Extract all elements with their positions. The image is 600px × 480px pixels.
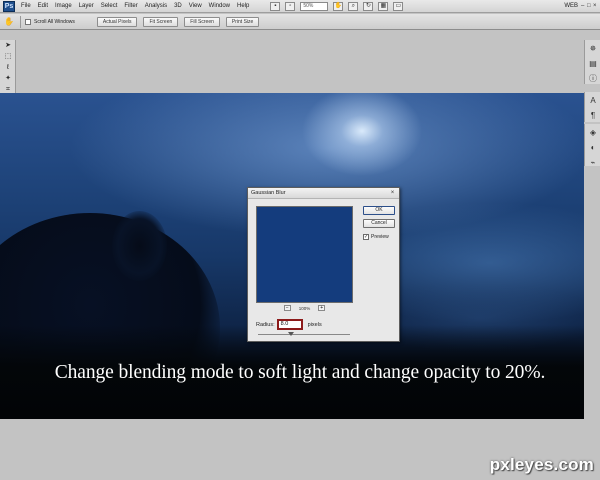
cancel-button[interactable]: Cancel bbox=[363, 219, 395, 228]
radius-input[interactable]: 8.0 bbox=[276, 319, 303, 330]
hand-tool-icon[interactable]: ✋ bbox=[333, 1, 344, 11]
paragraph-panel-icon[interactable]: ¶ bbox=[587, 110, 599, 122]
navigator-panel-icon[interactable]: ✵ bbox=[587, 43, 599, 55]
scroll-all-windows-checkbox[interactable] bbox=[25, 18, 31, 25]
fill-screen-button[interactable]: Fill Screen bbox=[184, 16, 220, 27]
menu-layer[interactable]: Layer bbox=[79, 0, 94, 13]
move-tool-icon[interactable]: ➤ bbox=[2, 41, 14, 51]
rotate-view-icon[interactable]: ↻ bbox=[363, 1, 374, 11]
maximize-icon[interactable]: □ bbox=[587, 2, 592, 10]
menu-bar: Ps File Edit Image Layer Select Filter A… bbox=[0, 0, 600, 13]
blur-preview-window[interactable] bbox=[256, 206, 353, 303]
mini-bridge-icon[interactable]: ▫ bbox=[285, 1, 296, 11]
paths-panel-icon[interactable]: ⌁ bbox=[587, 157, 599, 169]
workspace-switcher[interactable]: WEB bbox=[564, 1, 578, 12]
zoom-tool-icon[interactable]: ⌕ bbox=[348, 1, 359, 11]
options-separator bbox=[20, 15, 21, 28]
right-panel-group-bottom: ◈ ◐ ⌁ bbox=[584, 124, 600, 169]
menu-select[interactable]: Select bbox=[101, 0, 118, 13]
right-panel-group-mid: A ¶ bbox=[584, 92, 600, 122]
gaussian-blur-dialog: Gaussian Blur × − 100% + OK Cancel ✓ Pre… bbox=[247, 187, 400, 342]
minimize-icon[interactable]: – bbox=[581, 2, 586, 10]
magic-wand-tool-icon[interactable]: ✦ bbox=[2, 74, 14, 84]
dialog-title: Gaussian Blur bbox=[251, 190, 286, 196]
hand-tool-preset-icon[interactable]: ✋ bbox=[4, 16, 16, 27]
screen-mode-icon[interactable]: ▭ bbox=[393, 1, 404, 11]
channels-panel-icon[interactable]: ◐ bbox=[587, 142, 599, 154]
window-controls: – □ × bbox=[580, 2, 598, 10]
menu-edit[interactable]: Edit bbox=[38, 0, 48, 13]
dialog-close-icon[interactable]: × bbox=[389, 190, 396, 196]
menu-file[interactable]: File bbox=[21, 0, 31, 13]
preview-zoom-percent: 100% bbox=[298, 305, 311, 311]
tutorial-caption: Change blending mode to soft light and c… bbox=[54, 362, 546, 383]
print-size-button[interactable]: Print Size bbox=[225, 16, 260, 27]
watermark-logo: pxleyes.com bbox=[489, 455, 594, 474]
photoshop-logo-icon: Ps bbox=[3, 0, 15, 12]
fit-screen-button[interactable]: Fit Screen bbox=[143, 16, 179, 27]
histogram-panel-icon[interactable]: ▤ bbox=[587, 58, 599, 70]
scroll-all-windows-label: Scroll All Windows bbox=[34, 18, 75, 25]
arrange-documents-icon[interactable]: ▦ bbox=[378, 1, 389, 11]
marquee-tool-icon[interactable]: ⬚ bbox=[2, 52, 14, 62]
radius-label: Radius: bbox=[256, 321, 275, 328]
right-panel-group-top: ✵ ▤ ⓘ bbox=[584, 40, 600, 84]
menu-items: File Edit Image Layer Select Filter Anal… bbox=[21, 0, 256, 13]
menu-window[interactable]: Window bbox=[209, 0, 230, 13]
dialog-title-bar[interactable]: Gaussian Blur × bbox=[248, 188, 399, 199]
close-icon[interactable]: × bbox=[593, 2, 598, 10]
preview-checkbox[interactable]: ✓ bbox=[363, 234, 369, 240]
radius-row: Radius: 8.0 pixels bbox=[256, 319, 322, 330]
radius-slider-track[interactable] bbox=[258, 334, 350, 335]
preview-zoom-row: − 100% + bbox=[256, 304, 353, 312]
info-panel-icon[interactable]: ⓘ bbox=[587, 73, 599, 85]
menu-analysis[interactable]: Analysis bbox=[145, 0, 167, 13]
lasso-tool-icon[interactable]: ℓ bbox=[2, 63, 14, 73]
preview-zoom-in-button[interactable]: + bbox=[318, 305, 326, 311]
actual-pixels-button[interactable]: Actual Pixels bbox=[96, 16, 138, 27]
menu-3d[interactable]: 3D bbox=[174, 0, 182, 13]
preview-zoom-out-button[interactable]: − bbox=[283, 305, 291, 311]
menu-image[interactable]: Image bbox=[55, 0, 72, 13]
zoom-level-field[interactable]: 50% bbox=[300, 1, 329, 11]
ok-button[interactable]: OK bbox=[363, 206, 395, 215]
bridge-icon[interactable]: ▪ bbox=[270, 1, 281, 11]
menu-help[interactable]: Help bbox=[237, 0, 249, 13]
radius-unit-label: pixels bbox=[307, 321, 322, 328]
menu-filter[interactable]: Filter bbox=[124, 0, 137, 13]
options-bar: ✋ Scroll All Windows Actual Pixels Fit S… bbox=[0, 14, 600, 30]
layers-panel-icon[interactable]: ◈ bbox=[587, 127, 599, 139]
preview-checkbox-label: Preview bbox=[371, 234, 389, 240]
character-panel-icon[interactable]: A bbox=[587, 95, 599, 107]
canvas-silhouette-figure bbox=[112, 211, 167, 281]
menu-view[interactable]: View bbox=[189, 0, 202, 13]
preview-toggle[interactable]: ✓ Preview bbox=[363, 234, 389, 240]
radius-slider-thumb[interactable] bbox=[288, 332, 294, 336]
application-bar-icons: ▪ ▫ 50% ✋ ⌕ ↻ ▦ ▭ bbox=[270, 1, 408, 11]
